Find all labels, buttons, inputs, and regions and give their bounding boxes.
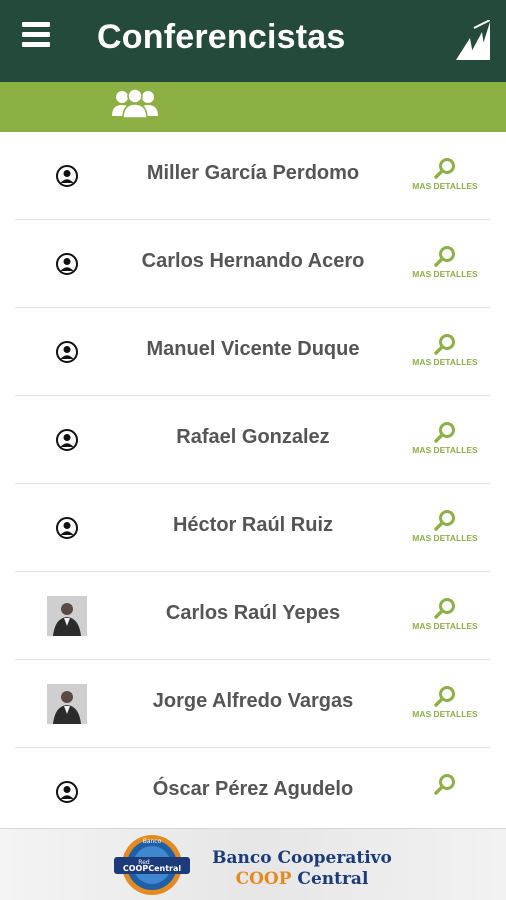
speaker-row[interactable]: Rafael Gonzalez MAS DETALLES bbox=[15, 396, 491, 484]
avatar bbox=[47, 508, 87, 548]
speaker-row[interactable]: Jorge Alfredo Vargas MAS DETALLES bbox=[15, 660, 491, 748]
menu-bar-2 bbox=[22, 32, 50, 37]
menu-bar-1 bbox=[22, 22, 50, 27]
speaker-row[interactable]: Héctor Raúl Ruiz MAS DETALLES bbox=[15, 484, 491, 572]
menu-button[interactable] bbox=[22, 22, 50, 48]
menu-bar-3 bbox=[22, 42, 50, 47]
speaker-name: Carlos Hernando Acero bbox=[141, 250, 365, 272]
details-button[interactable]: MAS DETALLES bbox=[410, 156, 480, 196]
details-label: MAS DETALLES bbox=[412, 357, 478, 367]
brand-logo-icon bbox=[456, 20, 490, 60]
speaker-row[interactable]: Óscar Pérez Agudelo bbox=[15, 748, 491, 828]
person-silhouette-icon bbox=[56, 781, 78, 803]
bank-name-central: Central bbox=[297, 869, 369, 889]
people-group-icon[interactable] bbox=[110, 88, 160, 118]
avatar bbox=[47, 420, 87, 460]
magnifier-icon bbox=[434, 246, 455, 267]
bank-name-line1: Banco Cooperativo bbox=[212, 848, 392, 868]
magnifier-icon bbox=[434, 422, 455, 443]
details-label: MAS DETALLES bbox=[412, 445, 478, 455]
bank-name: Banco Cooperativo COOP Central bbox=[212, 848, 392, 890]
speaker-list: Miller García Perdomo MAS DETALLES Carlos … bbox=[0, 132, 506, 828]
speaker-name: Héctor Raúl Ruiz bbox=[172, 514, 334, 536]
person-silhouette-icon bbox=[56, 165, 78, 187]
details-button[interactable]: MAS DETALLES bbox=[410, 332, 480, 372]
person-silhouette-icon bbox=[56, 517, 78, 539]
app-bar: Conferencistas bbox=[0, 0, 506, 82]
details-button[interactable]: MAS DETALLES bbox=[410, 684, 480, 724]
avatar bbox=[47, 156, 87, 196]
details-button[interactable]: MAS DETALLES bbox=[410, 420, 480, 460]
person-silhouette-icon bbox=[56, 253, 78, 275]
speaker-name: Jorge Alfredo Vargas bbox=[152, 690, 354, 712]
details-label: MAS DETALLES bbox=[412, 621, 478, 631]
speaker-row[interactable]: Miller García Perdomo MAS DETALLES bbox=[15, 132, 491, 220]
details-label: MAS DETALLES bbox=[412, 533, 478, 543]
svg-text:Banco: Banco bbox=[143, 838, 162, 845]
speaker-name: Óscar Pérez Agudelo bbox=[152, 778, 354, 800]
coopcentral-logo: Banco Red COOPCentral bbox=[114, 835, 190, 895]
speaker-photo bbox=[47, 596, 87, 636]
speaker-name: Carlos Raúl Yepes bbox=[165, 602, 341, 624]
speaker-name: Miller García Perdomo bbox=[146, 162, 360, 184]
avatar bbox=[47, 772, 87, 812]
magnifier-icon bbox=[434, 774, 455, 795]
details-button[interactable] bbox=[410, 772, 480, 812]
magnifier-icon bbox=[434, 686, 455, 707]
details-label: MAS DETALLES bbox=[412, 709, 478, 719]
tab-bar bbox=[0, 82, 506, 132]
person-silhouette-icon bbox=[56, 341, 78, 363]
bank-name-line2: COOP Central bbox=[212, 869, 392, 890]
details-button[interactable]: MAS DETALLES bbox=[410, 596, 480, 636]
person-silhouette-icon bbox=[56, 429, 78, 451]
magnifier-icon bbox=[434, 334, 455, 355]
avatar bbox=[47, 596, 87, 636]
magnifier-icon bbox=[434, 158, 455, 179]
speaker-photo bbox=[47, 684, 87, 724]
details-button[interactable]: MAS DETALLES bbox=[410, 508, 480, 548]
avatar bbox=[47, 244, 87, 284]
bank-name-coop: COOP bbox=[235, 869, 292, 889]
avatar bbox=[47, 332, 87, 372]
speaker-name: Manuel Vicente Duque bbox=[146, 338, 360, 360]
magnifier-icon bbox=[434, 598, 455, 619]
page-title: Conferencistas bbox=[97, 18, 346, 56]
magnifier-icon bbox=[434, 510, 455, 531]
svg-text:COOPCentral: COOPCentral bbox=[123, 864, 181, 873]
speaker-row[interactable]: Carlos Hernando Acero MAS DETALLES bbox=[15, 220, 491, 308]
sponsor-banner: Banco Red COOPCentral Banco Cooperativo … bbox=[0, 828, 506, 900]
details-button[interactable]: MAS DETALLES bbox=[410, 244, 480, 284]
speaker-row[interactable]: Carlos Raúl Yepes MAS DETALLES bbox=[15, 572, 491, 660]
speaker-name: Rafael Gonzalez bbox=[176, 426, 330, 448]
speaker-row[interactable]: Manuel Vicente Duque MAS DETALLES bbox=[15, 308, 491, 396]
details-label: MAS DETALLES bbox=[412, 269, 478, 279]
avatar bbox=[47, 684, 87, 724]
details-label: MAS DETALLES bbox=[412, 181, 478, 191]
